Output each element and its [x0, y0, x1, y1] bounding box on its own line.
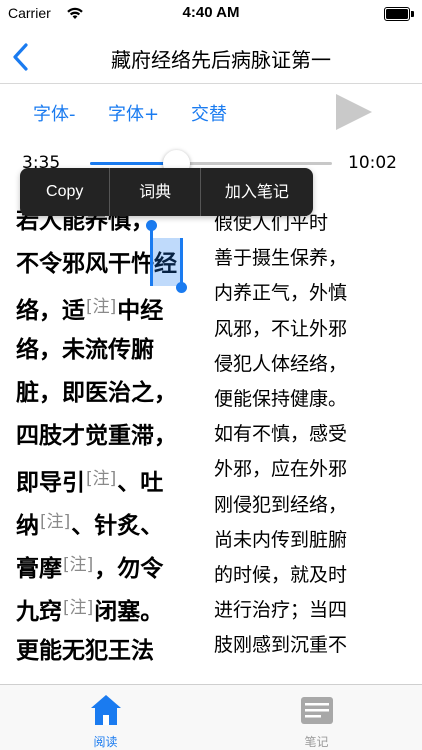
- original-line: 络，未流传腑: [16, 337, 154, 363]
- page-title: 藏府经络先后病脉证第一: [111, 48, 331, 72]
- translation-line: 便能保持健康。: [214, 387, 348, 410]
- battery-icon: [384, 7, 414, 21]
- selection-end-handle[interactable]: [176, 238, 187, 293]
- original-line: 更能无犯王法: [16, 638, 154, 664]
- annotation-marker[interactable]: [注]: [40, 512, 70, 532]
- status-time: 4:40 AM: [182, 4, 240, 21]
- progress-slider[interactable]: [90, 150, 332, 177]
- annotation-marker[interactable]: [注]: [86, 297, 116, 317]
- navigation-bar: 藏府经络先后病脉证第一: [0, 30, 422, 84]
- translation-line: 内养正气，外慎: [214, 282, 348, 305]
- original-line: 九窍[注]闭塞。: [16, 598, 164, 625]
- annotation-marker[interactable]: [注]: [63, 555, 93, 575]
- notebook-icon: [301, 697, 333, 724]
- font-smaller-button[interactable]: 字体-: [33, 100, 76, 126]
- font-larger-button[interactable]: 字体+: [108, 100, 159, 126]
- tab-notes-label: 笔记: [304, 735, 329, 749]
- annotation-marker[interactable]: [注]: [86, 469, 116, 489]
- tab-read-label: 阅读: [93, 735, 118, 749]
- selection-start-handle[interactable]: [146, 220, 157, 286]
- reader-toolbar: 字体- 字体+ 交替: [0, 86, 422, 136]
- translation-line: 如有不慎，感受: [214, 423, 348, 446]
- original-line: 纳[注]、针炙、: [16, 512, 164, 539]
- annotation-marker[interactable]: [注]: [63, 598, 93, 618]
- translation-line: 进行治疗；当四: [214, 599, 348, 622]
- status-bar: Carrier 4:40 AM: [0, 0, 422, 30]
- reading-content: 若人能养慎， 不令邪风干忤经 络，适[注]中经 络，未流传腑 脏，即医治之， 四…: [0, 196, 422, 680]
- translation-line: 肢刚感到沉重不: [214, 634, 348, 657]
- copy-menu-item[interactable]: Copy: [20, 168, 109, 216]
- translation-line: 外邪，应在外邪: [214, 458, 348, 481]
- translation-line: 侵犯人体经络，: [214, 352, 348, 375]
- text-selection-highlight: [152, 238, 181, 286]
- translation-text[interactable]: 假使人们平时 善于摄生保养， 内养正气，外慎 风邪，不让外邪 侵犯人体经络， 便…: [214, 206, 414, 663]
- original-line: 膏摩[注]，勿令: [16, 555, 164, 582]
- tab-notes[interactable]: 笔记: [211, 685, 422, 750]
- alternate-button[interactable]: 交替: [191, 100, 227, 126]
- tab-read[interactable]: 阅读: [0, 685, 211, 750]
- play-icon[interactable]: [334, 93, 374, 131]
- translation-line: 尚未内传到脏腑: [214, 528, 348, 551]
- selection-context-menu: Copy 词典 加入笔记: [20, 168, 313, 216]
- home-icon: [91, 695, 121, 725]
- add-note-menu-item[interactable]: 加入笔记: [201, 168, 313, 216]
- translation-line: 风邪，不让外邪: [214, 317, 348, 340]
- translation-line: 善于摄生保养，: [214, 247, 348, 270]
- original-line: 即导引[注]、吐: [16, 469, 164, 496]
- translation-line: 刚侵犯到经络，: [214, 493, 348, 516]
- back-chevron-icon[interactable]: [12, 42, 30, 72]
- translation-line: 的时候，就及时: [214, 563, 348, 586]
- dictionary-menu-item[interactable]: 词典: [110, 168, 199, 216]
- total-time: 10:02: [348, 153, 397, 173]
- original-line: 脏，即医治之，: [16, 380, 177, 406]
- original-line: 四肢才觉重滞，: [16, 423, 177, 449]
- tab-bar: 阅读 笔记: [0, 684, 422, 750]
